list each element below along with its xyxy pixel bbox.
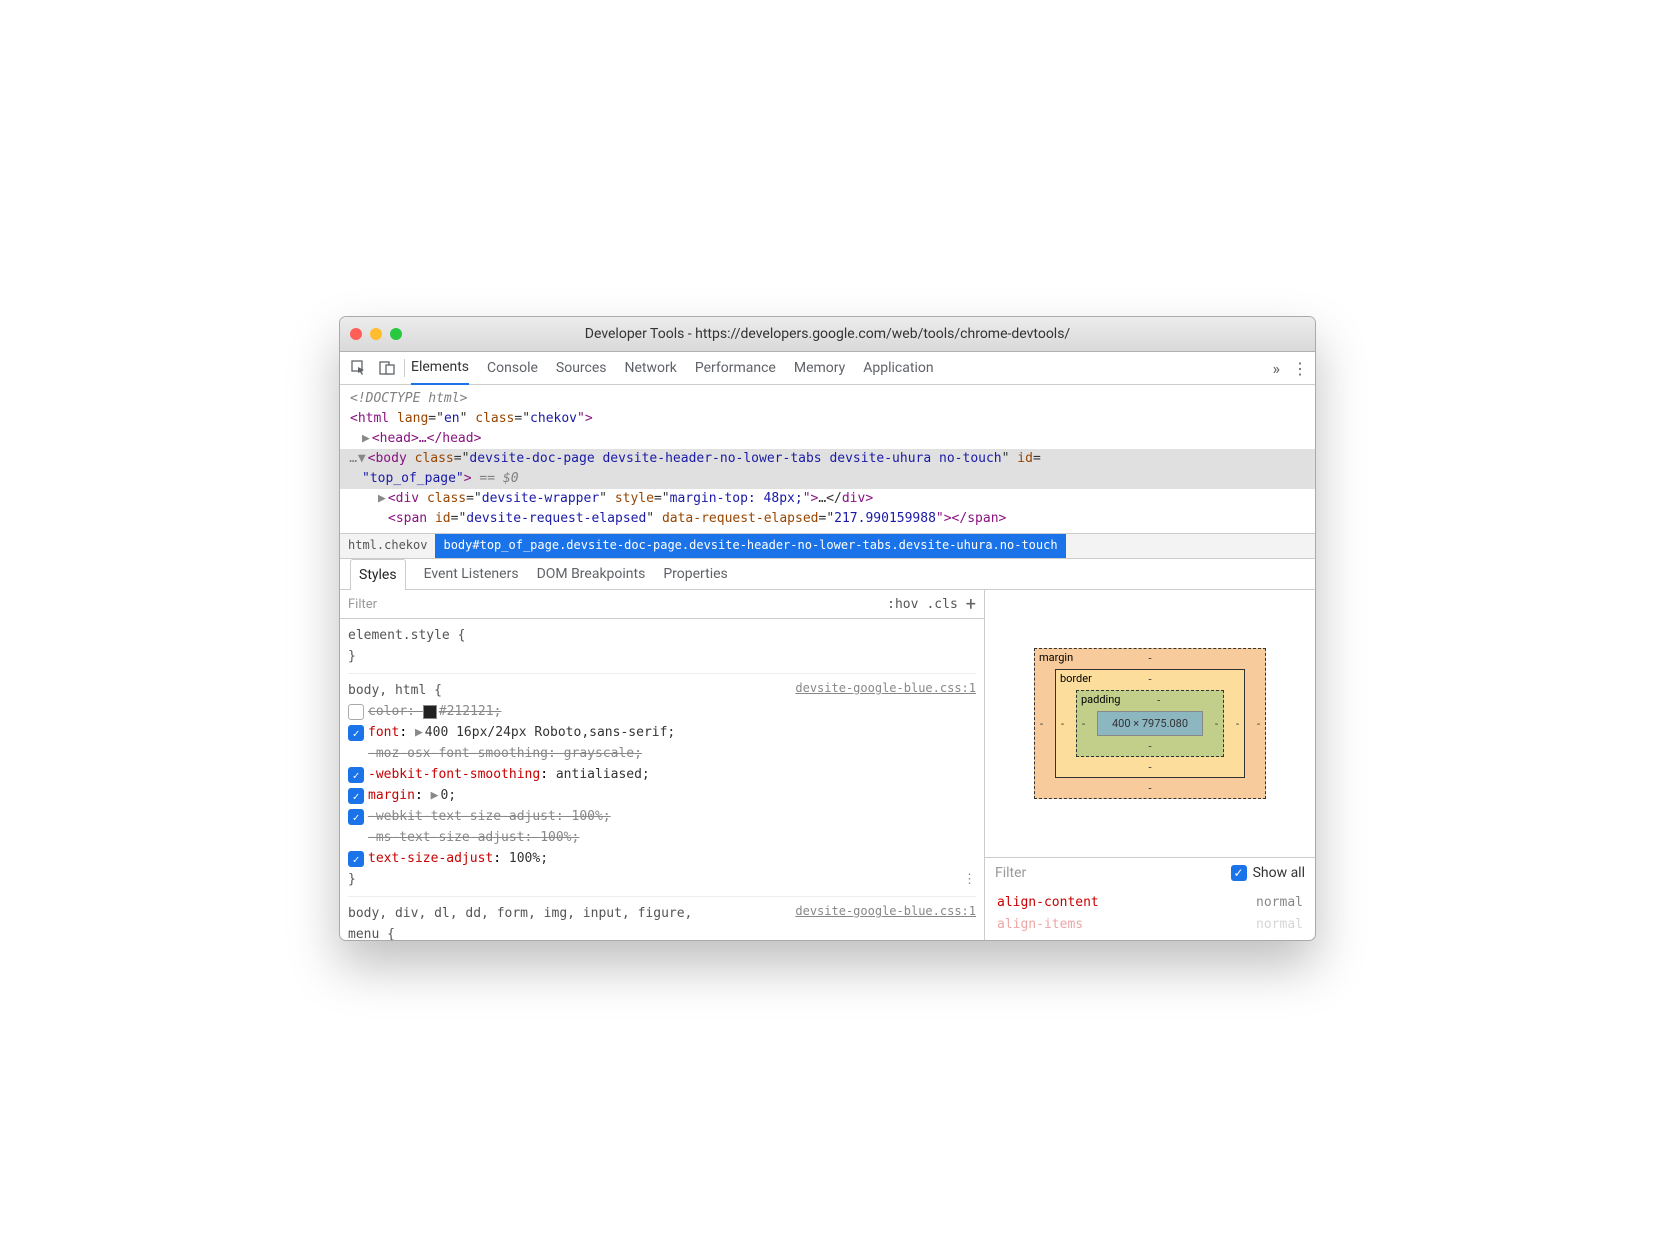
color-swatch-icon[interactable]: [423, 705, 437, 719]
cls-toggle[interactable]: .cls: [926, 597, 957, 612]
computed-filter-input[interactable]: Filter: [995, 865, 1026, 881]
toolbar-right: » ⋮: [1273, 359, 1308, 378]
tab-memory[interactable]: Memory: [794, 352, 845, 384]
rule-close: }: [348, 646, 976, 667]
expand-icon[interactable]: ▶: [415, 725, 423, 740]
prop-checkbox[interactable]: ✓: [348, 809, 364, 825]
close-window-button[interactable]: [350, 328, 362, 340]
box-padding[interactable]: padding - - - - 400 × 7975.080: [1076, 690, 1224, 757]
kebab-menu-icon[interactable]: ⋮: [963, 869, 976, 890]
style-rules: element.style { } devsite-google-blue.cs…: [340, 619, 984, 940]
prop-color[interactable]: color: #212121;: [348, 701, 976, 722]
computed-row[interactable]: align-itemsnormal: [997, 914, 1303, 936]
prop-margin[interactable]: ✓margin: ▶0;: [348, 785, 976, 806]
computed-list[interactable]: align-contentnormal align-itemsnormal: [985, 888, 1315, 940]
zoom-window-button[interactable]: [390, 328, 402, 340]
rule-selector[interactable]: element.style {: [348, 625, 976, 646]
dom-body-selected[interactable]: …▼<body class="devsite-doc-page devsite-…: [340, 449, 1315, 469]
dom-tree[interactable]: <!DOCTYPE html> <html lang="en" class="c…: [340, 385, 1315, 533]
prop-checkbox[interactable]: ✓: [348, 725, 364, 741]
expand-icon[interactable]: ▶: [431, 788, 439, 803]
tab-sources[interactable]: Sources: [556, 352, 607, 384]
crumb-html[interactable]: html.chekov: [340, 534, 435, 558]
styles-subtabs: Styles Event Listeners DOM Breakpoints P…: [340, 559, 1315, 590]
hov-toggle[interactable]: :hov: [887, 597, 918, 612]
styles-filter-bar: Filter :hov .cls +: [340, 590, 984, 619]
rule-selector[interactable]: body, div, dl, dd, form, img, input, fig…: [348, 903, 728, 940]
computed-row[interactable]: align-contentnormal: [997, 892, 1303, 914]
styles-pane: Filter :hov .cls + element.style { } dev…: [340, 590, 984, 940]
tab-network[interactable]: Network: [625, 352, 677, 384]
styles-panels: Filter :hov .cls + element.style { } dev…: [340, 590, 1315, 940]
breadcrumb: html.chekov body#top_of_page.devsite-doc…: [340, 533, 1315, 559]
prop-checkbox[interactable]: ✓: [348, 788, 364, 804]
devtools-window: Developer Tools - https://developers.goo…: [339, 316, 1316, 941]
styles-filter-input[interactable]: Filter: [348, 597, 377, 612]
more-tabs-icon[interactable]: »: [1273, 359, 1281, 378]
rule-body-div-etc[interactable]: devsite-google-blue.css:1 body, div, dl,…: [348, 901, 976, 940]
border-label: border: [1060, 672, 1092, 685]
box-margin[interactable]: margin - - - - border - - - - padding: [1034, 648, 1266, 799]
rule-element-style[interactable]: element.style { }: [348, 623, 976, 674]
tab-performance[interactable]: Performance: [695, 352, 776, 384]
computed-filter-bar: Filter ✓ Show all: [985, 857, 1315, 888]
dom-span[interactable]: <span id="devsite-request-elapsed" data-…: [340, 509, 1315, 529]
device-toolbar-icon[interactable]: [376, 357, 398, 379]
subtab-styles[interactable]: Styles: [350, 559, 406, 590]
prop-checkbox[interactable]: ✓: [348, 767, 364, 783]
computed-pane: margin - - - - border - - - - padding: [984, 590, 1315, 940]
kebab-menu-icon[interactable]: ⋮: [1292, 359, 1307, 378]
padding-label: padding: [1081, 693, 1121, 706]
subtab-dom-breakpoints[interactable]: DOM Breakpoints: [537, 559, 646, 589]
rule-close: }: [348, 869, 356, 890]
tab-elements[interactable]: Elements: [411, 351, 469, 385]
toolbar-separator: [404, 359, 405, 377]
inspect-element-icon[interactable]: [348, 357, 370, 379]
expand-icon[interactable]: ▶: [378, 491, 386, 506]
subtab-properties[interactable]: Properties: [663, 559, 727, 589]
prop-webkit-font-smoothing[interactable]: ✓-webkit-font-smoothing: antialiased;: [348, 764, 976, 785]
dom-body-selected-line2[interactable]: "top_of_page"> == $0: [340, 469, 1315, 489]
dom-html[interactable]: <html lang="en" class="chekov">: [340, 409, 1315, 429]
panel-tabs: Elements Console Sources Network Perform…: [411, 352, 934, 384]
subtab-event-listeners[interactable]: Event Listeners: [424, 559, 519, 589]
new-style-rule-icon[interactable]: +: [966, 594, 976, 615]
devtools-toolbar: Elements Console Sources Network Perform…: [340, 352, 1315, 385]
prop-webkit-text-size-adjust[interactable]: ✓-webkit-text-size-adjust: 100%;: [348, 806, 976, 827]
tab-console[interactable]: Console: [487, 352, 538, 384]
prop-checkbox[interactable]: ✓: [348, 851, 364, 867]
margin-label: margin: [1039, 651, 1073, 664]
tab-application[interactable]: Application: [863, 352, 933, 384]
window-title: Developer Tools - https://developers.goo…: [410, 326, 1305, 342]
box-border[interactable]: border - - - - padding - - - - 40: [1055, 669, 1245, 778]
expand-icon[interactable]: ▶: [362, 431, 370, 446]
rule-body-html[interactable]: devsite-google-blue.css:1 body, html { c…: [348, 678, 976, 897]
prop-checkbox[interactable]: [348, 704, 364, 720]
box-content[interactable]: 400 × 7975.080: [1097, 711, 1203, 736]
collapse-icon[interactable]: ▼: [358, 451, 366, 466]
prop-text-size-adjust[interactable]: ✓text-size-adjust: 100%;: [348, 848, 976, 869]
titlebar: Developer Tools - https://developers.goo…: [340, 317, 1315, 352]
crumb-body[interactable]: body#top_of_page.devsite-doc-page.devsit…: [435, 534, 1065, 558]
rule-source-link[interactable]: devsite-google-blue.css:1: [795, 678, 976, 699]
minimize-window-button[interactable]: [370, 328, 382, 340]
traffic-lights: [350, 328, 402, 340]
dom-head[interactable]: ▶<head>…</head>: [340, 429, 1315, 449]
prop-font[interactable]: ✓font: ▶400 16px/24px Roboto,sans-serif;: [348, 722, 976, 743]
dom-div[interactable]: ▶<div class="devsite-wrapper" style="mar…: [340, 489, 1315, 509]
rule-source-link[interactable]: devsite-google-blue.css:1: [795, 901, 976, 922]
show-all-label[interactable]: Show all: [1253, 865, 1305, 881]
prop-ms-text-size-adjust[interactable]: -ms-text-size-adjust: 100%;: [348, 827, 976, 848]
show-all-checkbox[interactable]: ✓: [1231, 865, 1247, 881]
box-model[interactable]: margin - - - - border - - - - padding: [985, 590, 1315, 857]
prop-moz-osx-font-smoothing[interactable]: -moz-osx-font-smoothing: grayscale;: [348, 743, 976, 764]
dom-doctype[interactable]: <!DOCTYPE html>: [340, 389, 1315, 409]
